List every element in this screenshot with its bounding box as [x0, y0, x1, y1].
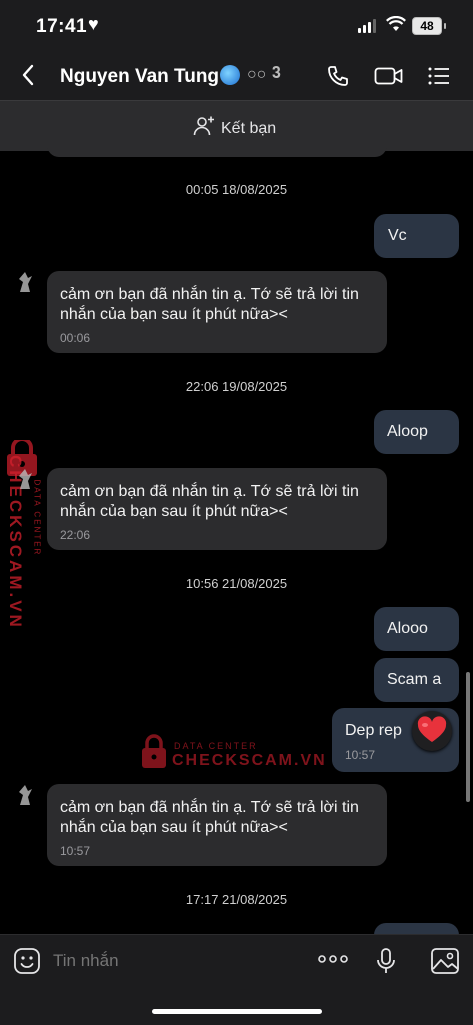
message-text: Dep rep: [345, 722, 402, 739]
message-bubble-incoming-partial[interactable]: [47, 136, 387, 157]
timestamp-divider: 00:05 18/08/2025: [185, 182, 288, 197]
message-time: 00:06: [60, 331, 91, 345]
message-text: Vc: [388, 227, 407, 244]
message-bubble-outgoing[interactable]: Alooo: [374, 607, 459, 651]
timestamp-divider: 17:17 21/08/2025: [185, 892, 288, 907]
watermark-sub-vertical: DATA CENTER: [32, 479, 42, 557]
home-indicator[interactable]: [152, 1009, 322, 1014]
contact-avatar[interactable]: [14, 270, 36, 294]
message-input[interactable]: [53, 951, 273, 971]
timestamp-divider: 10:56 21/08/2025: [185, 576, 288, 591]
more-options-icon[interactable]: [317, 951, 349, 972]
message-text: Aloop: [387, 423, 428, 440]
status-bar: 17:41 ♥ 48: [0, 0, 473, 54]
message-text: Alooo: [387, 620, 428, 637]
message-bubble-incoming[interactable]: cảm ơn bạn đã nhắn tin ạ. Tớ sẽ trả lời …: [47, 468, 387, 550]
timestamp-divider: 22:06 19/08/2025: [185, 379, 288, 394]
message-time: 10:57: [345, 748, 376, 762]
cellular-signal-icon: [358, 19, 376, 33]
menu-list-icon[interactable]: [427, 64, 451, 93]
contact-avatar[interactable]: [14, 783, 36, 807]
heart-icon: ♥: [88, 14, 99, 34]
image-gallery-icon[interactable]: [430, 947, 460, 980]
microphone-icon[interactable]: [375, 947, 397, 980]
back-chevron-icon[interactable]: [20, 62, 36, 94]
message-bubble-incoming[interactable]: cảm ơn bạn đã nhắn tin ạ. Tớ sẽ trả lời …: [47, 784, 387, 866]
contact-name[interactable]: Nguyen Van Tung: [60, 66, 219, 88]
message-text: Scam a: [387, 671, 442, 688]
message-bubble-outgoing[interactable]: Vc: [374, 214, 459, 258]
watermark-brand: CHECKSCAM.VN: [172, 752, 327, 769]
reaction-heart-icon[interactable]: [412, 711, 452, 751]
sticker-emoji-icon[interactable]: [13, 947, 41, 980]
message-text-line2: nhắn của bạn sau ít phút nữa><: [60, 306, 288, 323]
battery-icon: 48: [412, 17, 446, 35]
phone-call-icon[interactable]: [326, 64, 350, 93]
message-time: 22:06: [60, 528, 91, 542]
status-time: 17:41: [36, 16, 88, 37]
chat-header: Nguyen Van Tung ○○ 𝟑: [0, 54, 473, 100]
wifi-icon: [386, 15, 406, 37]
jellyfish-emoji-icon: [220, 65, 240, 85]
message-text-line2: nhắn của bạn sau ít phút nữa><: [60, 819, 288, 836]
video-call-icon[interactable]: [374, 64, 404, 93]
message-bubble-incoming[interactable]: cảm ơn bạn đã nhắn tin ạ. Tớ sẽ trả lời …: [47, 271, 387, 353]
ear-emoji-icon: 𝟑: [272, 65, 281, 82]
message-time: 10:57: [60, 844, 91, 858]
watermark-sub: DATA CENTER: [174, 741, 258, 751]
message-bubble-outgoing[interactable]: Aloop: [374, 410, 459, 454]
contact-avatar[interactable]: [14, 467, 36, 491]
scrollbar[interactable]: [466, 672, 470, 802]
bubbles-emoji-icon: ○○: [247, 66, 267, 83]
message-bubble-outgoing[interactable]: Scam a: [374, 658, 459, 702]
add-friend-label: Kết bạn: [221, 119, 277, 137]
message-text-line2: nhắn của bạn sau ít phút nữa><: [60, 503, 288, 520]
